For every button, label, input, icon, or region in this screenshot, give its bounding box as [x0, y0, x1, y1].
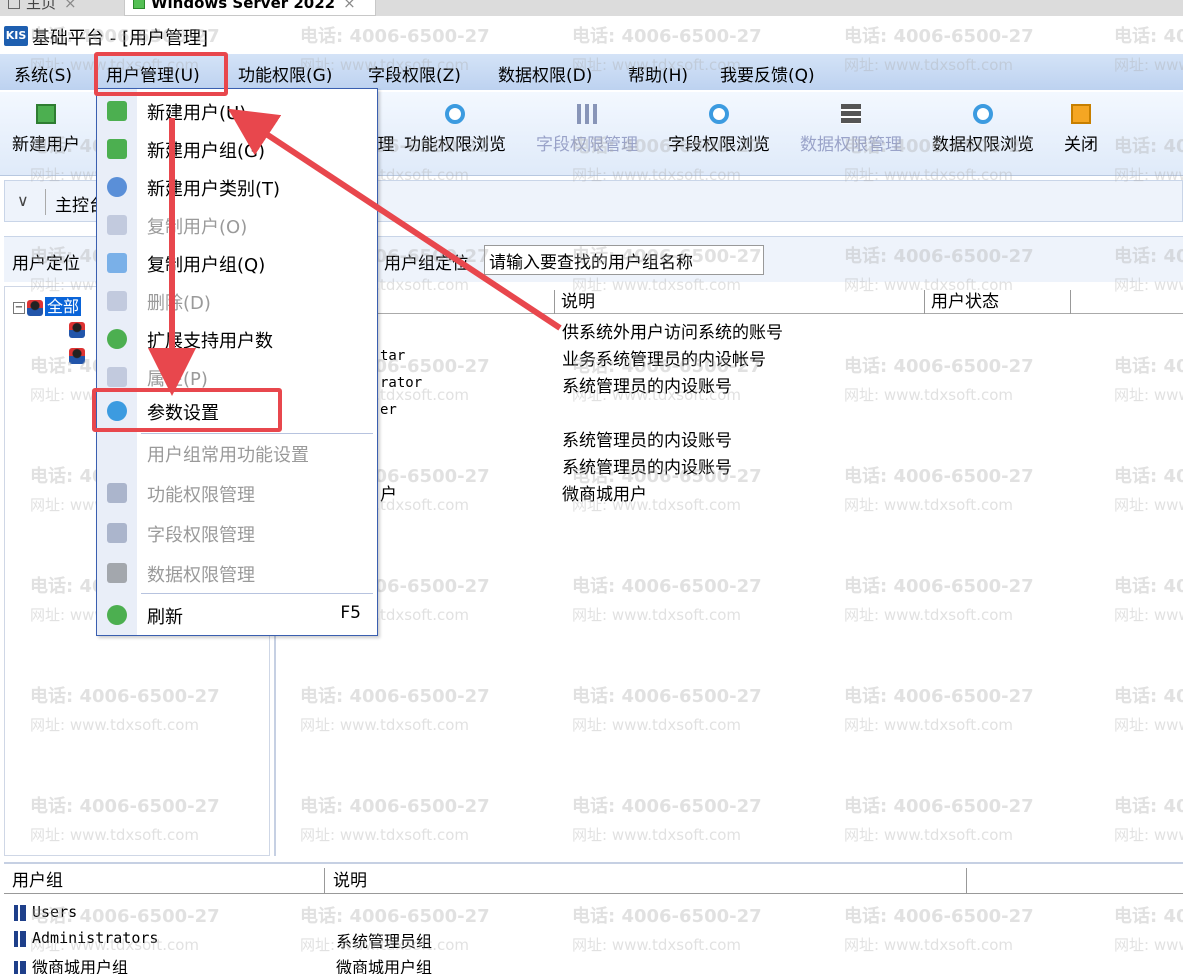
- arrow-to-new-user: [227, 108, 562, 331]
- annotation-arrows: [148, 108, 562, 396]
